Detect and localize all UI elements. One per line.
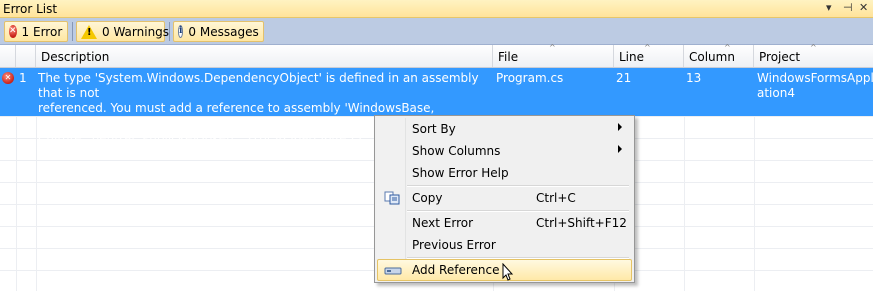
- column-header-label: Project: [759, 50, 801, 64]
- project-line: ation4: [757, 86, 795, 100]
- submenu-arrow-icon: [618, 145, 622, 153]
- menu-item-label: Sort By: [412, 122, 456, 136]
- menu-item-previous-error[interactable]: Previous Error: [377, 234, 632, 256]
- column-header-label: Description: [41, 50, 110, 64]
- errors-filter-button[interactable]: ✕ 1 Error: [4, 21, 68, 42]
- add-reference-icon: [384, 267, 402, 275]
- warnings-filter-label: 0 Warnings: [102, 24, 170, 39]
- row-project: WindowsFormsApplic ation4: [757, 71, 873, 101]
- error-icon: ✕: [2, 72, 14, 84]
- row-file: Program.cs: [496, 71, 564, 85]
- title-bar: Error List ▾ ⊣ ✕: [0, 0, 873, 18]
- warning-icon: !: [81, 24, 97, 39]
- sort-arrow-icon: ^: [644, 43, 651, 52]
- menu-item-label: Show Columns: [412, 144, 501, 158]
- menu-item-copy[interactable]: Copy Ctrl+C: [377, 187, 632, 209]
- submenu-arrow-icon: [618, 123, 622, 131]
- description-line: The type 'System.Windows.DependencyObjec…: [38, 71, 479, 100]
- close-icon[interactable]: ✕: [859, 1, 868, 14]
- toolbar-separator: [72, 22, 73, 41]
- row-number: 1: [19, 71, 27, 85]
- column-header-file[interactable]: ^ File: [493, 43, 614, 67]
- pin-icon[interactable]: ⊣: [843, 1, 853, 14]
- menu-item-show-error-help[interactable]: Show Error Help: [377, 162, 632, 184]
- sort-arrow-icon: ^: [810, 43, 817, 52]
- menu-item-shortcut: Ctrl+C: [536, 191, 576, 205]
- menu-item-label: Show Error Help: [412, 166, 509, 180]
- row-line: 21: [616, 71, 632, 85]
- warnings-filter-button[interactable]: ! 0 Warnings: [76, 21, 169, 42]
- column-header-project[interactable]: ^ Project: [754, 43, 873, 67]
- row-column: 13: [686, 71, 702, 85]
- column-header-line[interactable]: ^ Line: [614, 43, 684, 67]
- errors-filter-label: 1 Error: [21, 24, 63, 39]
- messages-filter-button[interactable]: i 0 Messages: [173, 21, 264, 42]
- menu-item-next-error[interactable]: Next Error Ctrl+Shift+F12: [377, 212, 632, 234]
- project-line: WindowsFormsApplic: [757, 71, 873, 85]
- dropdown-icon[interactable]: ▾: [826, 1, 832, 14]
- column-header-number[interactable]: [16, 45, 36, 67]
- menu-item-label: Copy: [412, 191, 443, 205]
- context-menu: Sort By Show Columns Show Error Help Cop…: [374, 115, 635, 283]
- menu-item-label: Add Reference: [412, 263, 500, 277]
- info-icon: i: [178, 25, 184, 38]
- window-title: Error List: [3, 2, 58, 16]
- mouse-cursor-icon: [502, 263, 514, 281]
- table-row[interactable]: ✕ 1 The type 'System.Windows.DependencyO…: [0, 68, 873, 145]
- toolbar-separator: [169, 22, 170, 41]
- menu-item-sort-by[interactable]: Sort By: [377, 118, 632, 140]
- column-header-icon[interactable]: [0, 45, 16, 67]
- column-header-column[interactable]: ^ Column: [684, 43, 754, 67]
- filter-toolbar: ✕ 1 Error ! 0 Warnings i 0 Messages: [0, 18, 873, 45]
- menu-item-show-columns[interactable]: Show Columns: [377, 140, 632, 162]
- column-header-label: Column: [689, 50, 735, 64]
- copy-icon: [384, 191, 400, 205]
- menu-item-label: Previous Error: [412, 238, 496, 252]
- messages-filter-label: 0 Messages: [188, 24, 259, 39]
- column-header-label: Line: [619, 50, 645, 64]
- column-header-label: File: [498, 50, 519, 64]
- sort-arrow-icon: ^: [724, 43, 731, 52]
- grid-header: Description ^ File ^ Line ^ Column ^ Pro…: [0, 43, 873, 68]
- error-icon: ✕: [9, 25, 17, 38]
- menu-item-shortcut: Ctrl+Shift+F12: [536, 216, 627, 230]
- menu-item-label: Next Error: [412, 216, 474, 230]
- column-header-description[interactable]: Description: [36, 45, 493, 67]
- sort-arrow-icon: ^: [549, 43, 556, 52]
